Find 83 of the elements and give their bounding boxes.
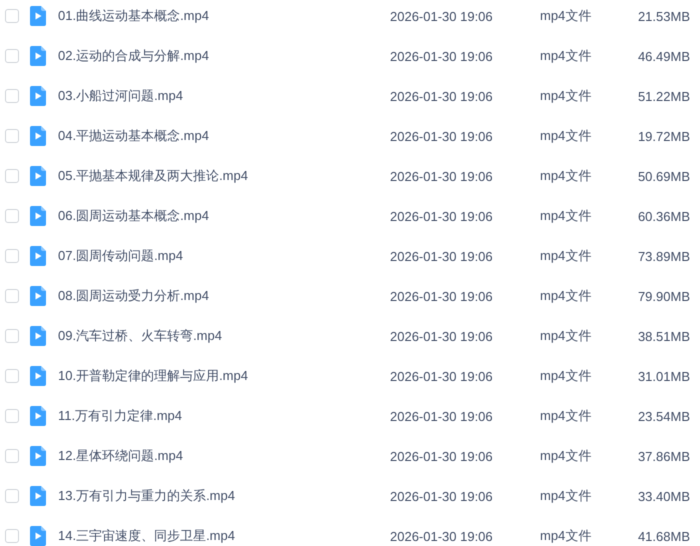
file-name[interactable]: 09.汽车过桥、火车转弯.mp4 [58,327,390,345]
file-type: mp4文件 [540,287,592,305]
video-file-icon [30,486,46,506]
file-name[interactable]: 07.圆周传动问题.mp4 [58,247,390,265]
file-name[interactable]: 10.开普勒定律的理解与应用.mp4 [58,367,390,385]
checkbox[interactable] [5,369,19,383]
checkbox[interactable] [5,529,19,543]
modified-date: 2026-01-30 19:06 [390,8,494,24]
file-name[interactable]: 06.圆周运动基本概念.mp4 [58,207,390,225]
file-size: 46.49MB [636,48,690,64]
file-type: mp4文件 [540,407,592,425]
file-name[interactable]: 13.万有引力与重力的关系.mp4 [58,487,390,505]
file-name[interactable]: 03.小船过河问题.mp4 [58,87,390,105]
file-size: 60.36MB [636,208,690,224]
file-size: 21.53MB [636,8,690,24]
video-file-icon [30,286,46,306]
modified-date: 2026-01-30 19:06 [390,168,494,184]
video-file-icon [30,86,46,106]
file-type: mp4文件 [540,87,592,105]
file-size: 23.54MB [636,408,690,424]
file-type: mp4文件 [540,247,592,265]
checkbox[interactable] [5,169,19,183]
modified-date: 2026-01-30 19:06 [390,48,494,64]
file-size: 41.68MB [636,528,690,544]
checkbox[interactable] [5,9,19,23]
modified-date: 2026-01-30 19:06 [390,488,494,504]
checkbox[interactable] [5,209,19,223]
file-type: mp4文件 [540,447,592,465]
modified-date: 2026-01-30 19:06 [390,128,494,144]
video-file-icon [30,326,46,346]
file-size: 31.01MB [636,368,690,384]
file-size: 33.40MB [636,488,690,504]
file-size: 19.72MB [636,128,690,144]
file-type: mp4文件 [540,127,592,145]
modified-date: 2026-01-30 19:06 [390,408,494,424]
modified-date: 2026-01-30 19:06 [390,448,494,464]
file-type: mp4文件 [540,327,592,345]
file-name[interactable]: 12.星体环绕问题.mp4 [58,447,390,465]
file-type: mp4文件 [540,367,592,385]
file-type: mp4文件 [540,207,592,225]
checkbox[interactable] [5,249,19,263]
checkbox[interactable] [5,129,19,143]
file-name[interactable]: 04.平抛运动基本概念.mp4 [58,127,390,145]
checkbox[interactable] [5,489,19,503]
checkbox[interactable] [5,289,19,303]
file-type: mp4文件 [540,47,592,65]
modified-date: 2026-01-30 19:06 [390,288,494,304]
video-file-icon [30,206,46,226]
modified-date: 2026-01-30 19:06 [390,368,494,384]
modified-date: 2026-01-30 19:06 [390,328,494,344]
checkbox[interactable] [5,409,19,423]
file-name[interactable]: 11.万有引力定律.mp4 [58,407,390,425]
video-file-icon [30,6,46,26]
modified-date: 2026-01-30 19:06 [390,528,494,544]
file-size: 51.22MB [636,88,690,104]
modified-date: 2026-01-30 19:06 [390,88,494,104]
file-size: 79.90MB [636,288,690,304]
video-file-icon [30,446,46,466]
video-file-icon [30,366,46,386]
file-name[interactable]: 08.圆周运动受力分析.mp4 [58,287,390,305]
file-size: 50.69MB [636,168,690,184]
video-file-icon [30,126,46,146]
checkbox[interactable] [5,329,19,343]
file-type: mp4文件 [540,527,592,545]
modified-date: 2026-01-30 19:06 [390,248,494,264]
file-name[interactable]: 05.平抛基本规律及两大推论.mp4 [58,167,390,185]
file-name[interactable]: 02.运动的合成与分解.mp4 [58,47,390,65]
video-file-icon [30,406,46,426]
file-type: mp4文件 [540,167,592,185]
video-file-icon [30,46,46,66]
file-size: 38.51MB [636,328,690,344]
checkbox[interactable] [5,49,19,63]
modified-date: 2026-01-30 19:06 [390,208,494,224]
video-file-icon [30,166,46,186]
video-file-icon [30,246,46,266]
checkbox[interactable] [5,89,19,103]
file-type: mp4文件 [540,7,592,25]
file-name[interactable]: 01.曲线运动基本概念.mp4 [58,7,390,25]
checkbox[interactable] [5,449,19,463]
file-size: 37.86MB [636,448,690,464]
file-size: 73.89MB [636,248,690,264]
file-type: mp4文件 [540,487,592,505]
file-name[interactable]: 14.三宇宙速度、同步卫星.mp4 [58,527,390,545]
